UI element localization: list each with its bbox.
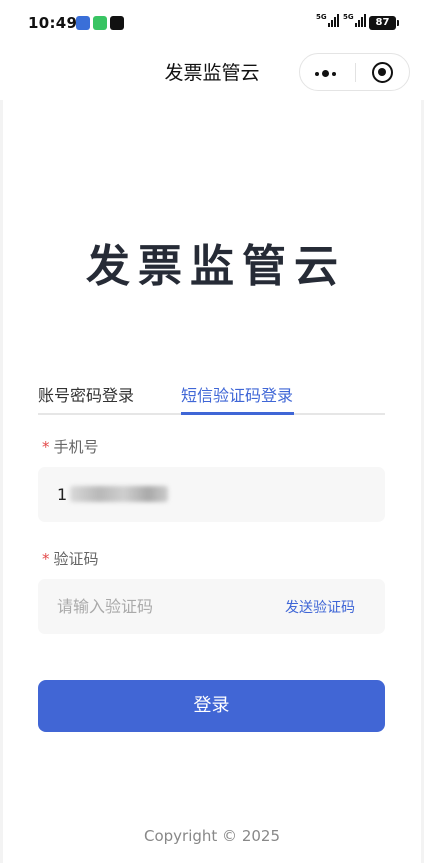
- app-notification-icon: [76, 16, 90, 30]
- redacted-phone-digits: [70, 486, 168, 502]
- copyright-text: Copyright © 2025: [143, 827, 280, 845]
- required-mark: *: [42, 438, 50, 456]
- verification-code-input[interactable]: [57, 579, 277, 634]
- cellular-signal-icon: 5G: [316, 14, 339, 27]
- code-field-label: * 验证码: [42, 548, 99, 569]
- network-type-label: 5G: [316, 13, 327, 21]
- login-button[interactable]: 登录: [38, 680, 385, 732]
- required-mark: *: [42, 550, 50, 568]
- send-code-button[interactable]: 发送验证码: [285, 597, 355, 617]
- phone-input-box: [38, 467, 385, 522]
- phone-field-label: * 手机号: [42, 436, 99, 457]
- close-miniprogram-icon[interactable]: [372, 62, 393, 83]
- code-label-text: 验证码: [53, 550, 99, 568]
- tab-account-password-login[interactable]: 账号密码登录: [38, 382, 134, 415]
- status-time: 10:49: [28, 14, 78, 32]
- notification-icons: [76, 16, 124, 30]
- app-logo-text: 发票监管云: [86, 241, 346, 292]
- status-bar: 10:49 5G 5G 87: [0, 0, 424, 48]
- login-method-tabs: 账号密码登录 短信验证码登录: [38, 380, 385, 415]
- battery-icon: 87: [369, 16, 399, 30]
- code-input-box: 发送验证码: [38, 579, 385, 634]
- cellular-signal-icon: 5G: [343, 14, 366, 27]
- active-tab-indicator: [181, 412, 294, 415]
- capsule-divider: [355, 63, 356, 82]
- message-notification-icon: [93, 16, 107, 30]
- phone-label-text: 手机号: [53, 438, 99, 456]
- network-type-label: 5G: [343, 13, 354, 21]
- tab-sms-code-login[interactable]: 短信验证码登录: [181, 382, 293, 415]
- more-options-icon[interactable]: [315, 70, 336, 77]
- miniprogram-capsule: [299, 53, 410, 91]
- page-edge-left: [0, 100, 3, 863]
- tiktok-notification-icon: [110, 16, 124, 30]
